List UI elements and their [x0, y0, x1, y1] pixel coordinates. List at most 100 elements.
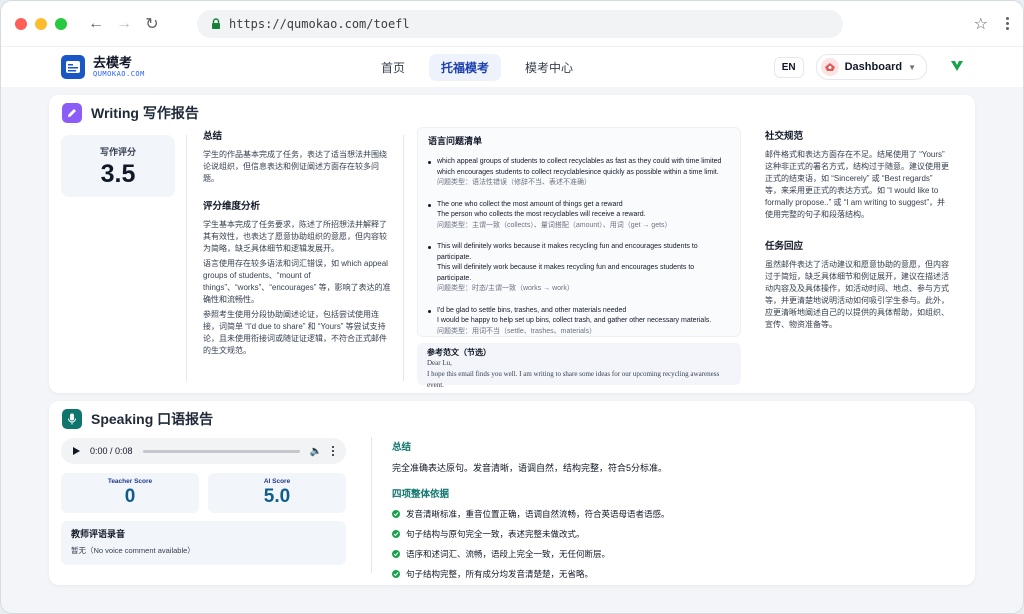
- dimension-text-2: 语言使用存在较多语法和词汇错误，如 which appeal groups of…: [203, 259, 391, 304]
- writing-score-box: 写作评分 3.5: [61, 135, 175, 197]
- nav-toefl-mock[interactable]: 托福模考: [429, 53, 502, 81]
- issue-fix: which encourages students to collect rec…: [437, 168, 719, 176]
- social-heading: 社交规范: [765, 131, 804, 142]
- window-controls: [15, 17, 67, 30]
- basis-text: 句子结构与原句完全一致，表述完整未做改式。: [406, 529, 585, 539]
- dimension-text-1: 学生基本完成了任务要求，陈述了所招想法并解释了其有效性，也表达了愿意协助组织的意…: [203, 220, 387, 253]
- check-icon: [392, 570, 400, 578]
- microphone-icon: [62, 409, 82, 429]
- writing-score-label: 写作评分: [99, 147, 136, 157]
- speaking-summary-heading: 总结: [392, 442, 412, 453]
- site-logo[interactable]: 去模考 QUMOKAO.COM: [61, 55, 145, 79]
- teacher-score-value: 0: [124, 486, 136, 507]
- language-issues-panel: 语言问题清单 which appeal groups of students t…: [417, 127, 741, 337]
- dashboard-label: Dashboard: [844, 61, 903, 73]
- issue-fix: The person who collects the most recycla…: [437, 211, 646, 218]
- nav-mock-center[interactable]: 模考中心: [513, 54, 585, 81]
- issue-fix: I would be happy to help set up bins, co…: [437, 317, 712, 324]
- issue-item: This will definitely works because it ma…: [428, 242, 730, 295]
- audio-menu-icon[interactable]: [332, 446, 334, 456]
- issue-fix: This will definitely work because it mak…: [437, 264, 695, 282]
- basis-text: 发音清晰标准，重音位置正确，语调自然流畅，符合英语母语者语感。: [406, 509, 670, 519]
- issue-type: 问题类型：主谓一致（collects）、量词搭配（amount）、用词（get …: [437, 221, 672, 229]
- divider: [186, 135, 187, 381]
- close-window-button[interactable]: [15, 17, 27, 30]
- bookmark-star-icon[interactable]: ☆: [974, 14, 988, 34]
- forward-arrow-icon[interactable]: →: [113, 13, 135, 35]
- back-arrow-icon[interactable]: ←: [85, 13, 107, 35]
- summary-heading: 总结: [203, 131, 223, 142]
- basis-text: 语序和述词汇、流畅，语段上完全一致，无任何断层。: [406, 549, 611, 559]
- issue-item: which appeal groups of students to colle…: [428, 157, 730, 189]
- social-text: 邮件格式和表达方面存在不足。结尾使用了 “Yours” 这种非正式的署名方式，结…: [765, 150, 949, 219]
- basis-text: 句子结构完整，所有成分均发音清楚楚，无省略。: [406, 569, 594, 579]
- logo-icon: [61, 55, 85, 79]
- browser-window: ← → ↻ https://qumokao.com/toefl ☆ 去模考 QU…: [0, 0, 1024, 614]
- logo-name: 去模考: [93, 55, 133, 70]
- divider: [403, 135, 404, 381]
- speaking-report-card: Speaking 口语报告 0:00 / 0:08 🔈 Teacher Scor…: [49, 401, 975, 585]
- check-icon: [392, 550, 400, 558]
- basis-item: 发音清晰标准，重音位置正确，语调自然流畅，符合英语母语者语感。: [392, 508, 912, 520]
- writing-title: Writing 写作报告: [91, 105, 199, 121]
- audio-player: 0:00 / 0:08 🔈: [61, 438, 346, 464]
- site-header: 去模考 QUMOKAO.COM 首页 托福模考 模考中心 EN Dashboar…: [1, 47, 1023, 87]
- dashboard-button[interactable]: Dashboard ▼: [815, 54, 927, 80]
- task-text: 虽然邮件表达了活动建议和愿意协助的意愿，但内容过于简短，缺乏具体细节和例证展开，…: [765, 260, 949, 329]
- browser-toolbar: ← → ↻ https://qumokao.com/toefl ☆: [1, 1, 1023, 47]
- task-heading: 任务回应: [765, 241, 804, 252]
- language-button[interactable]: EN: [773, 56, 804, 78]
- audio-progress-bar[interactable]: [142, 449, 300, 453]
- check-icon: [392, 530, 400, 538]
- basis-item: 语序和述词汇、流畅，语段上完全一致，无任何断层。: [392, 548, 912, 560]
- issue-type: 问题类型：语法性错误（修辞不当、表述不准确）: [437, 179, 591, 186]
- brand-v-icon[interactable]: [951, 60, 963, 74]
- issue-type: 问题类型：时态/主谓一致（works → work）: [437, 285, 574, 292]
- issue-original: The one who collect the most amount of t…: [437, 200, 623, 208]
- issue-type: 问题类型：用词不当（settle、trashes、materials）: [437, 327, 597, 335]
- audio-time: 0:00 / 0:08: [90, 446, 133, 456]
- voice-comment-text: 暂无（No voice comment available）: [71, 546, 195, 555]
- check-icon: [392, 510, 400, 518]
- voice-comment-heading: 教师评语录音: [71, 529, 126, 539]
- sample-heading: 参考范文（节选）: [427, 348, 491, 357]
- basis-item: 句子结构完整，所有成分均发音清楚楚，无省略。: [392, 568, 912, 580]
- writing-side-column: 社交规范 邮件格式和表达方面存在不足。结尾使用了 “Yours” 这种非正式的署…: [765, 131, 949, 334]
- writing-report-card: Writing 写作报告 写作评分 3.5 总结 学生的作品基本完成了任务，表达…: [49, 95, 975, 393]
- divider: [371, 437, 372, 573]
- issue-item: The one who collect the most amount of t…: [428, 200, 730, 232]
- avatar: [820, 58, 839, 76]
- speaking-summary-text: 完全准确表达原句。发音清晰，语调自然，结构完整，符合5分标准。: [392, 463, 668, 473]
- pencil-icon: [62, 103, 82, 123]
- ai-score-box: AI Score 5.0: [208, 473, 346, 513]
- teacher-score-box: Teacher Score 0: [61, 473, 199, 513]
- page: 去模考 QUMOKAO.COM 首页 托福模考 模考中心 EN Dashboar…: [1, 47, 1023, 613]
- maximize-window-button[interactable]: [55, 17, 67, 30]
- reload-icon[interactable]: ↻: [141, 13, 163, 35]
- volume-icon[interactable]: 🔈: [310, 446, 322, 457]
- nav-home[interactable]: 首页: [369, 54, 417, 81]
- ai-score-label: AI Score: [263, 478, 291, 485]
- issue-original: This will definitely works because it ma…: [437, 243, 698, 261]
- issue-original: which appeal groups of students to colle…: [437, 158, 722, 165]
- dimension-text-3: 参照考生使用分段协助阐述论证，包括尝试使用连接，词简单 “I'd due to …: [203, 310, 387, 355]
- issue-original: I'd be glad to settle bins, trashes, and…: [437, 306, 627, 314]
- url-text: https://qumokao.com/toefl: [229, 16, 410, 31]
- sample-essay-panel: 参考范文（节选） Dear Lu, I hope this email find…: [417, 343, 741, 389]
- writing-analysis-column: 总结 学生的作品基本完成了任务，表达了适当想法并围绕论说组织，但信息表达和例证阐…: [203, 131, 391, 360]
- speaking-feedback: 总结 完全准确表达原句。发音清晰，语调自然，结构完整，符合5分标准。 四项整体依…: [392, 439, 912, 588]
- sample-line: I hope this email finds you well. I am w…: [427, 370, 720, 389]
- teacher-score-label: Teacher Score: [107, 478, 153, 485]
- address-bar[interactable]: https://qumokao.com/toefl: [197, 9, 843, 38]
- ai-score-value: 5.0: [263, 486, 291, 507]
- teacher-voice-comment: 教师评语录音 暂无（No voice comment available）: [61, 521, 346, 565]
- browser-menu-icon[interactable]: [1006, 17, 1009, 30]
- main-nav: 首页 托福模考 模考中心: [369, 53, 585, 81]
- lock-icon: [212, 17, 220, 29]
- play-icon[interactable]: [73, 447, 80, 455]
- basis-heading: 四项整体依据: [392, 489, 450, 500]
- summary-text: 学生的作品基本完成了任务，表达了适当想法并围绕论说组织，但信息表达和例证阐述方面…: [203, 150, 387, 183]
- chevron-down-icon: ▼: [908, 62, 916, 72]
- dimension-heading: 评分维度分析: [203, 201, 261, 212]
- minimize-window-button[interactable]: [35, 17, 47, 30]
